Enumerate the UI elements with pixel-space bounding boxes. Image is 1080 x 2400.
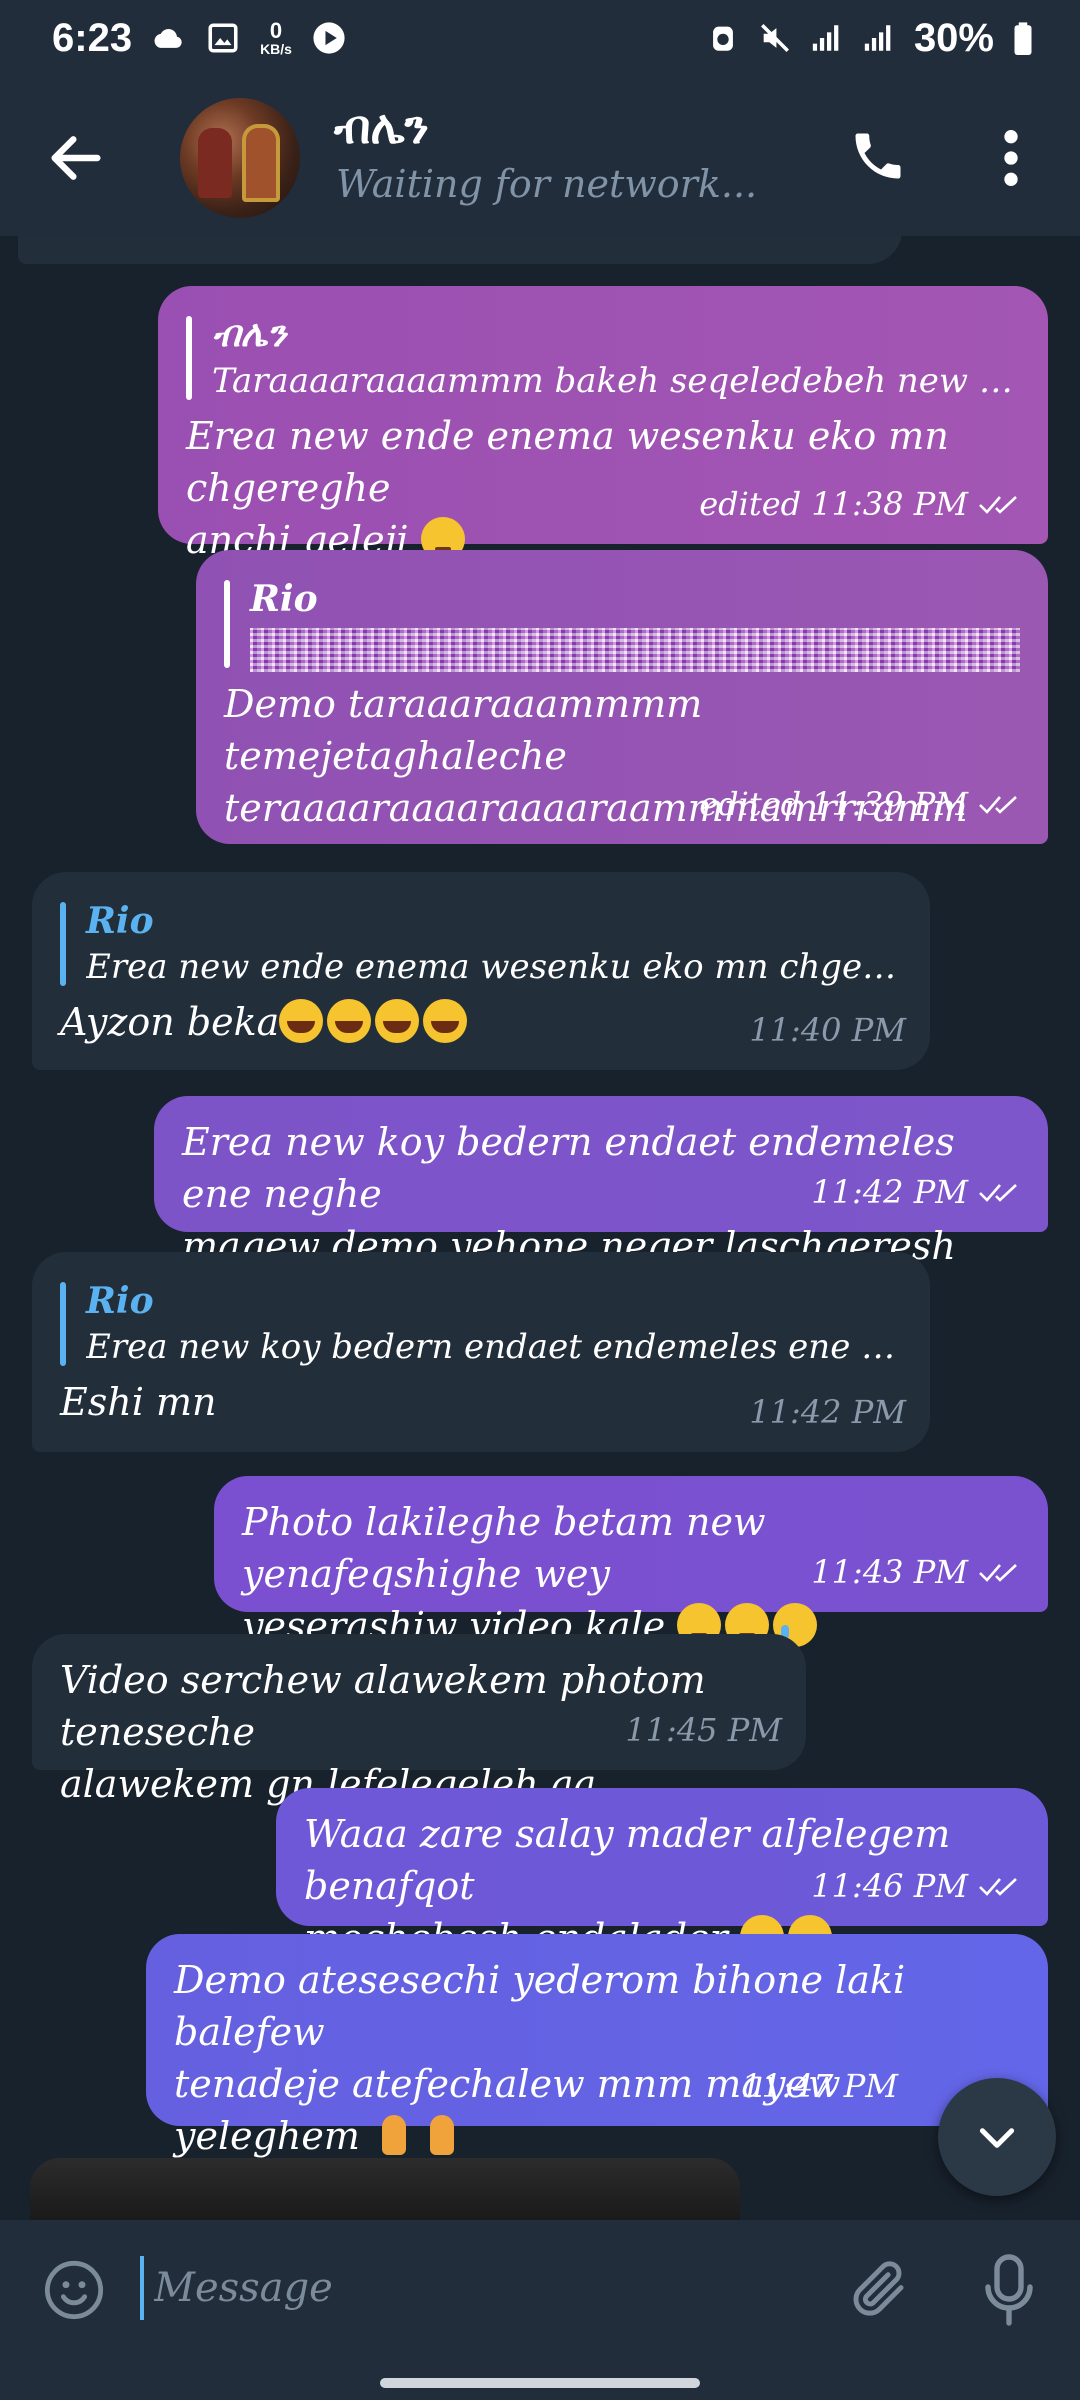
avatar[interactable] [180,98,300,218]
reply-quote[interactable]: Rio Erea new koy bedern endaet endemeles… [60,1278,902,1370]
battery-percent: 30% [913,15,994,60]
message-bubble-incoming[interactable]: Video serchew alawekem photom teneseche … [32,1634,806,1806]
more-vert-icon[interactable] [996,126,1026,190]
joy-emoji [279,999,324,1043]
reply-name: Rio [250,578,318,620]
message-meta: 11:42 PM [811,1166,1024,1218]
double-check-icon [979,1564,1017,1582]
signal-icon [812,25,839,51]
message-time: 11:45 PM [625,1711,782,1749]
message-text-line: Demo atesesechi yederom bihone laki bale… [174,1958,906,2054]
message-meta: 11:43 PM [811,1546,1024,1598]
message-bubble-outgoing[interactable]: Rio Demo taraaaraaammmm temejetaghaleche… [196,550,1048,844]
emoji-icon[interactable] [42,2258,106,2322]
message-time: edited 11:39 PM [699,785,968,823]
back-arrow-icon[interactable] [44,126,108,190]
message-list[interactable]: ብሌን Taraaaaraaaammm bakeh seqeledebeh ne… [0,236,1080,2220]
status-bar: 6:23 0 KB/s 30% [0,0,1080,76]
reply-text: Taraaaaraaaammm bakeh seqeledebeh new ag… [212,361,1020,401]
play-icon [313,22,345,54]
phone-icon[interactable] [848,126,908,186]
microphone-icon[interactable] [982,2254,1036,2326]
message-time: 11:40 PM [749,1011,906,1049]
alarm-icon [713,26,733,51]
message-meta: edited 11:38 PM [699,478,1024,530]
message-text-part: Ayzon beka [60,1000,280,1044]
net-speed-unit: KB/s [260,41,292,57]
reply-text: Erea new koy bedern endaet endemeles ene… [86,1327,902,1367]
message-time: 11:46 PM [811,1867,968,1905]
chat-title[interactable]: ብሌን [334,100,429,156]
navigation-bar [0,2356,1080,2400]
message-bubble-outgoing[interactable]: ብሌን Taraaaaraaaammm bakeh seqeledebeh ne… [158,286,1048,562]
message-bubble-outgoing[interactable]: Erea new koy bedern endaet endemeles ene… [154,1096,1048,1268]
home-indicator[interactable] [380,2378,700,2388]
net-speed: 0 KB/s [260,18,292,57]
spoiler-text[interactable] [250,628,1020,672]
joy-emoji [375,999,420,1043]
joy-emoji [327,999,372,1043]
reply-text: Erea new ende enema wesenku eko mn chger… [86,947,902,987]
reply-quote[interactable]: ብሌን Taraaaaraaaammm bakeh seqeledebeh ne… [186,312,1020,404]
status-left: 6:23 0 KB/s [52,16,706,61]
reply-name: Rio [86,900,154,942]
reply-quote[interactable]: Rio Erea new ende enema wesenku eko mn c… [60,898,902,990]
status-time: 6:23 [52,15,133,60]
media-message-preview[interactable] [30,2158,740,2220]
reply-name: Rio [86,1280,154,1322]
message-text-line: Demo taraaaraaammmm temejetaghaleche [224,682,703,778]
message-bubble-outgoing[interactable]: Photo lakileghe betam new yenafeqshighe … [214,1476,1048,1648]
message-bubble-outgoing[interactable]: Demo atesesechi yederom bihone laki bale… [146,1934,1048,2207]
double-check-icon [979,496,1017,514]
message-time: edited 11:38 PM [699,485,968,523]
chat-status: Waiting for network... [336,162,758,206]
double-check-icon [979,1878,1017,1896]
reply-name: ብሌን [212,314,287,355]
message-time: 11:47 PM [741,2067,898,2105]
message-meta: 11:40 PM [749,1004,906,1056]
message-meta: 11:47 PM [741,2060,898,2112]
mute-icon [760,23,789,53]
message-bubble-incoming[interactable]: Rio Erea new ende enema wesenku eko mn c… [32,872,930,1070]
paperclip-icon[interactable] [846,2256,912,2322]
message-bubble-partial[interactable] [18,236,902,264]
cloud-icon [154,29,182,48]
double-check-icon [979,1184,1017,1202]
battery-icon [1014,22,1032,55]
chat-header: ብሌን Waiting for network... [0,76,1080,236]
signal-icon-2 [864,25,891,51]
double-check-icon [979,796,1017,814]
chevron-down-icon [979,2128,1015,2148]
reply-quote[interactable]: Rio [224,576,1020,672]
message-bubble-incoming[interactable]: Rio Erea new koy bedern endaet endemeles… [32,1252,930,1452]
message-meta: 11:46 PM [811,1860,1024,1912]
pray-emoji [420,2113,464,2157]
message-bubble-outgoing[interactable]: Waaa zare salay mader alfelegem benafqot… [276,1788,1048,1960]
net-speed-value: 0 [269,18,283,43]
pray-emoji [372,2113,416,2157]
message-time: 11:43 PM [811,1553,968,1591]
message-composer [0,2220,1080,2356]
scroll-down-button[interactable] [938,2078,1056,2196]
message-time: 11:42 PM [749,1393,906,1431]
message-meta: edited 11:39 PM [699,778,1024,830]
image-icon [208,23,238,53]
joy-emoji [423,999,468,1043]
message-meta: 11:45 PM [625,1704,782,1756]
message-input[interactable] [140,2250,800,2326]
status-right: 30% [706,16,1034,61]
message-time: 11:42 PM [811,1173,968,1211]
message-meta: 11:42 PM [749,1386,906,1438]
